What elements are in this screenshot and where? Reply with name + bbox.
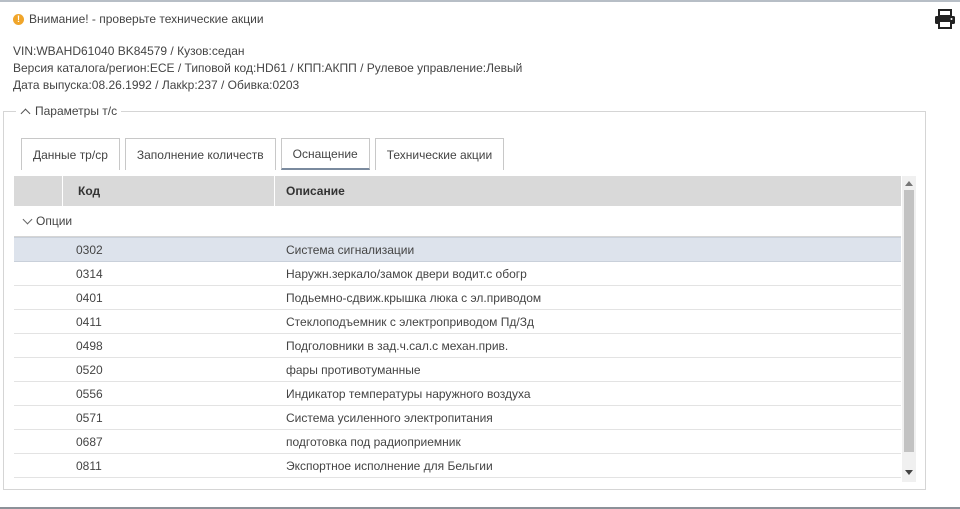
options-grid: Код Описание Опции 0302 Система сигнализ… <box>14 176 901 482</box>
table-row[interactable]: 0571 Система усиленного электропитания <box>14 406 901 430</box>
table-row[interactable]: 0687 подготовка под радиоприемник <box>14 430 901 454</box>
tab-bar: Данные тр/ср Заполнение количеств Оснаще… <box>21 138 509 172</box>
exclamation-icon: ! <box>13 13 24 25</box>
table-row[interactable]: 0401 Подьемно-сдвиж.крышка люка с эл.при… <box>14 286 901 310</box>
chevron-down-icon <box>22 214 33 224</box>
chevron-up-icon <box>20 108 31 118</box>
row-description: Система усиленного электропитания <box>286 410 493 425</box>
scrollbar-thumb[interactable] <box>904 190 914 452</box>
tab-technical-actions[interactable]: Технические акции <box>374 138 505 170</box>
group-row-options[interactable]: Опции <box>14 206 901 237</box>
row-description: подготовка под радиоприемник <box>286 434 461 449</box>
row-description: Наружн.зеркало/замок двери водит.с обогр <box>286 266 527 281</box>
row-description: Подголовники в зад.ч.сал.с механ.прив. <box>286 338 509 353</box>
row-code: 0411 <box>76 314 102 329</box>
row-description: Подьемно-сдвиж.крышка люка с эл.приводом <box>286 290 542 305</box>
row-code: 0302 <box>76 242 103 257</box>
row-description: Система сигнализации <box>286 242 415 257</box>
row-code: 0498 <box>76 338 103 353</box>
row-code: 0687 <box>76 434 103 449</box>
row-code: 0571 <box>76 410 103 425</box>
header-description[interactable]: Описание <box>275 176 345 206</box>
group-label: Опции <box>36 214 73 228</box>
header-code[interactable]: Код <box>63 176 275 206</box>
date-line: Дата выпуска:08.26.1992 / Лакkр:237 / Об… <box>13 78 300 92</box>
params-legend-label: Параметры т/с <box>35 104 118 118</box>
table-row[interactable]: 0302 Система сигнализации <box>14 238 901 262</box>
tab-equipment[interactable]: Оснащение <box>280 138 370 170</box>
header-spacer <box>14 176 63 206</box>
vin-line: VIN:WBAHD61040 BK84579 / Кузов:седан <box>13 44 245 58</box>
tab-vehicle-data[interactable]: Данные тр/ср <box>21 138 120 170</box>
row-description: Стеклоподъемник с электроприводом Пд/Зд <box>286 314 534 329</box>
grid-body: 0302 Система сигнализации 0314 Наружн.зе… <box>14 237 901 478</box>
row-description: Экспортное исполнение для Бельгии <box>286 458 493 473</box>
row-code: 0520 <box>76 362 103 377</box>
printer-icon[interactable] <box>934 9 956 29</box>
grid-scrollbar[interactable] <box>902 176 916 482</box>
top-border <box>0 0 960 2</box>
table-row[interactable]: 0556 Индикатор температуры наружного воз… <box>14 382 901 406</box>
row-code: 0401 <box>76 290 103 305</box>
table-row[interactable]: 0411 Стеклоподъемник с электроприводом П… <box>14 310 901 334</box>
row-description: Индикатор температуры наружного воздуха <box>286 386 531 401</box>
catalog-line: Версия каталога/регион:ECE / Типовой код… <box>13 61 523 75</box>
params-legend[interactable]: Параметры т/с <box>16 104 121 118</box>
scroll-up-arrow-icon[interactable] <box>905 181 913 186</box>
table-row[interactable]: 0520 фары противотуманные <box>14 358 901 382</box>
row-code: 0811 <box>76 458 102 473</box>
warning-text: Внимание! - проверьте технические акции <box>29 12 264 26</box>
vehicle-info: VIN:WBAHD61040 BK84579 / Кузов:седан Вер… <box>13 43 522 94</box>
grid-header: Код Описание <box>14 176 901 206</box>
table-row[interactable]: 0498 Подголовники в зад.ч.сал.с механ.пр… <box>14 334 901 358</box>
table-row[interactable]: 0811 Экспортное исполнение для Бельгии <box>14 454 901 478</box>
warning-banner: ! Внимание! - проверьте технические акци… <box>13 12 264 26</box>
tab-fill-quantities[interactable]: Заполнение количеств <box>124 138 276 170</box>
row-code: 0556 <box>76 386 103 401</box>
scroll-down-arrow-icon[interactable] <box>905 470 913 475</box>
row-code: 0314 <box>76 266 103 281</box>
table-row[interactable]: 0314 Наружн.зеркало/замок двери водит.с … <box>14 262 901 286</box>
row-description: фары противотуманные <box>286 362 421 377</box>
